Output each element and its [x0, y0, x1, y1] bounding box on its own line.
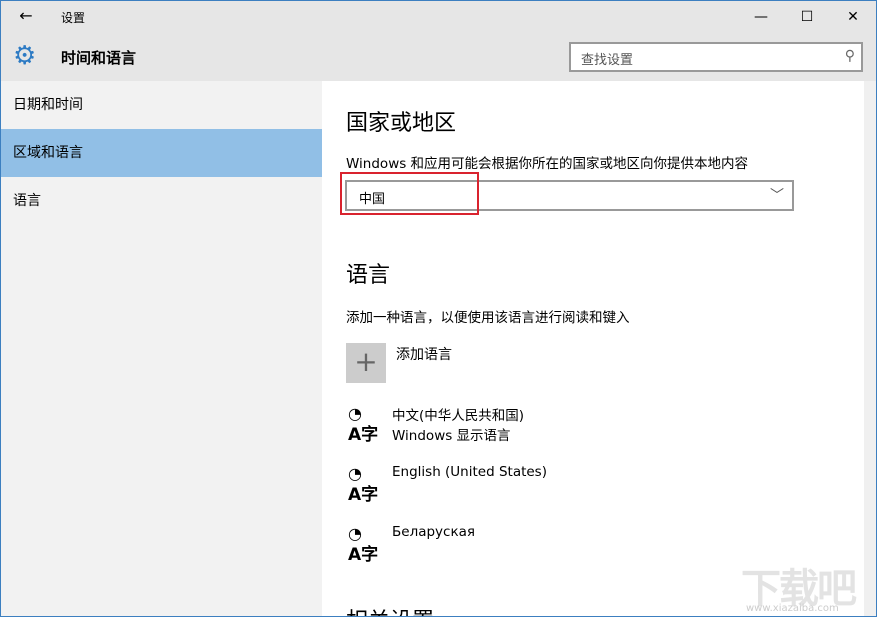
scrollbar[interactable]: [864, 81, 876, 617]
chevron-down-icon: ﹀: [770, 185, 784, 205]
language-heading: 语言: [346, 257, 390, 289]
language-subtitle: Windows 显示语言: [392, 424, 511, 444]
page-title: 时间和语言: [61, 47, 136, 68]
search-icon[interactable]: ⚲: [845, 48, 855, 64]
minimize-button[interactable]: —: [738, 1, 784, 33]
language-item[interactable]: ◔A字 中文(中华人民共和国) Windows 显示语言: [346, 404, 646, 448]
sidebar: 日期和时间 区域和语言 语言: [1, 81, 322, 617]
language-description: 添加一种语言，以便使用该语言进行阅读和键入: [346, 306, 630, 326]
search-placeholder: 查找设置: [581, 49, 633, 68]
add-language-button[interactable]: +: [346, 343, 386, 383]
language-icon: ◔A字: [346, 404, 382, 444]
content-pane: 国家或地区 Windows 和应用可能会根据你所在的国家或地区向你提供本地内容 …: [322, 81, 876, 617]
settings-window: ← 设置 — ☐ ✕ ⚙ 时间和语言 查找设置 ⚲ 日期和时间 区域和语言 语言…: [0, 0, 877, 617]
search-input[interactable]: 查找设置 ⚲: [569, 42, 863, 72]
page-header: ⚙ 时间和语言 查找设置 ⚲: [1, 33, 876, 81]
maximize-button[interactable]: ☐: [784, 1, 830, 33]
language-icon: ◔A字: [346, 464, 382, 504]
region-heading: 国家或地区: [346, 105, 456, 137]
window-title: 设置: [61, 9, 85, 26]
gear-icon: ⚙: [13, 43, 36, 69]
language-item[interactable]: ◔A字 English (United States): [346, 464, 646, 508]
watermark-url: www.xiazaiba.com: [746, 603, 839, 614]
region-description: Windows 和应用可能会根据你所在的国家或地区向你提供本地内容: [346, 152, 748, 172]
language-name: Беларуская: [392, 524, 475, 540]
related-settings-heading: 相关设置: [346, 603, 434, 617]
sidebar-item-date-time[interactable]: 日期和时间: [1, 81, 322, 129]
add-language-label[interactable]: 添加语言: [396, 344, 452, 364]
highlight-box: [340, 172, 479, 215]
title-bar: ← 设置 — ☐ ✕: [1, 1, 876, 33]
language-item[interactable]: ◔A字 Беларуская: [346, 524, 646, 568]
back-button[interactable]: ←: [13, 6, 39, 25]
language-name: 中文(中华人民共和国): [392, 404, 524, 424]
plus-icon: +: [354, 345, 377, 378]
sidebar-item-speech[interactable]: 语言: [1, 177, 322, 225]
close-button[interactable]: ✕: [830, 1, 876, 33]
language-icon: ◔A字: [346, 524, 382, 564]
language-name: English (United States): [392, 464, 547, 480]
sidebar-item-region-language[interactable]: 区域和语言: [1, 129, 322, 177]
